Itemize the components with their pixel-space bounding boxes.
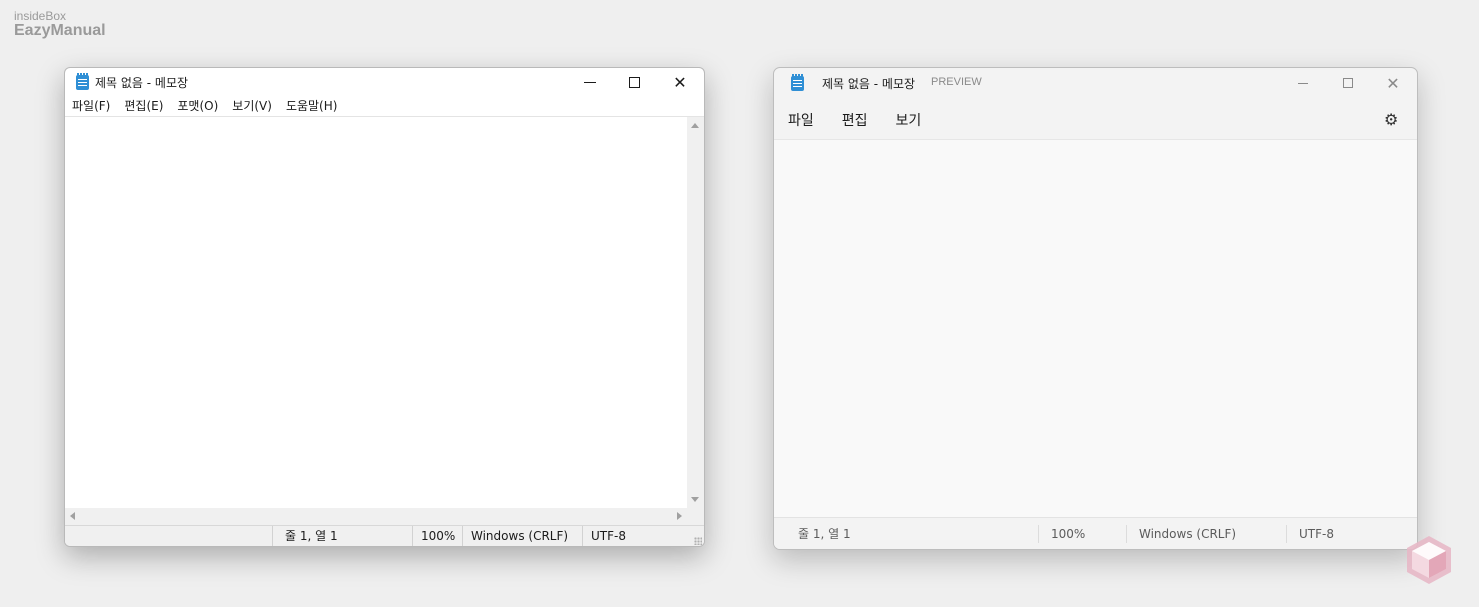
menu-edit[interactable]: 편집: [842, 110, 868, 130]
menu-help[interactable]: 도움말(H): [286, 96, 338, 116]
menu-file[interactable]: 파일(F): [72, 96, 110, 116]
minimize-icon: [584, 81, 596, 83]
status-position: 줄 1, 열 1: [272, 526, 415, 546]
close-button[interactable]: ✕: [1370, 68, 1416, 98]
status-bar: 줄 1, 열 1 100% Windows (CRLF) UTF-8: [774, 517, 1417, 549]
status-position: 줄 1, 열 1: [798, 527, 851, 541]
modern-notepad-window: 제목 없음 - 메모장 PREVIEW ✕ 파일 편집 보기 ⚙ 줄 1, 열 …: [773, 67, 1418, 550]
menu-view[interactable]: 보기(V): [232, 96, 272, 116]
scroll-up-icon[interactable]: [691, 123, 699, 128]
maximize-icon: [1343, 78, 1353, 88]
resize-grip[interactable]: [694, 537, 702, 545]
menu-bar: 파일(F) 편집(E) 포맷(O) 보기(V) 도움말(H): [65, 96, 704, 116]
status-divider: [1126, 525, 1127, 543]
window-title: 제목 없음 - 메모장: [822, 77, 916, 91]
vertical-scrollbar[interactable]: [687, 116, 704, 508]
status-zoom: 100%: [412, 526, 461, 546]
cube-logo-icon: [1407, 536, 1451, 584]
status-divider: [1038, 525, 1039, 543]
minimize-button[interactable]: [567, 68, 613, 96]
status-line-ending: Windows (CRLF): [1139, 527, 1237, 541]
status-zoom: 100%: [1051, 527, 1086, 541]
scroll-down-icon[interactable]: [691, 497, 699, 502]
horizontal-scrollbar[interactable]: [65, 508, 687, 525]
title-bar[interactable]: 제목 없음 - 메모장 ✕: [65, 68, 704, 96]
minimize-icon: [1298, 82, 1308, 84]
maximize-button[interactable]: [1325, 68, 1371, 98]
menu-file[interactable]: 파일: [788, 110, 814, 130]
menu-view[interactable]: 보기: [896, 110, 922, 130]
scroll-corner: [687, 508, 704, 525]
status-encoding: UTF-8: [582, 526, 691, 546]
window-title: 제목 없음 - 메모장: [95, 76, 189, 90]
status-encoding: UTF-8: [1299, 527, 1334, 541]
maximize-button[interactable]: [611, 68, 657, 96]
brand-line-1: insideBox: [14, 9, 67, 23]
notepad-icon: [791, 74, 804, 91]
brand-line-2: EazyManual: [14, 22, 106, 39]
close-button[interactable]: ✕: [657, 68, 703, 96]
title-bar[interactable]: 제목 없음 - 메모장 PREVIEW ✕: [774, 68, 1417, 96]
text-editor[interactable]: [774, 139, 1417, 518]
notepad-icon: [76, 73, 89, 90]
close-icon: ✕: [1386, 73, 1400, 93]
maximize-icon: [628, 76, 640, 88]
scroll-right-icon[interactable]: [677, 512, 682, 520]
classic-notepad-window: 제목 없음 - 메모장 ✕ 파일(F) 편집(E) 포맷(O) 보기(V) 도움…: [64, 67, 705, 547]
brand-logo: insideBox EazyManual: [14, 10, 106, 39]
menu-format[interactable]: 포맷(O): [177, 96, 218, 116]
status-bar: 줄 1, 열 1 100% Windows (CRLF) UTF-8: [65, 525, 704, 546]
close-icon: ✕: [673, 72, 687, 92]
gear-icon[interactable]: ⚙: [1384, 110, 1398, 129]
text-editor[interactable]: [65, 116, 687, 508]
scroll-left-icon[interactable]: [70, 512, 75, 520]
menu-bar: 파일 편집 보기: [788, 110, 949, 130]
status-line-ending: Windows (CRLF): [462, 526, 581, 546]
status-divider: [1286, 525, 1287, 543]
menu-edit[interactable]: 편집(E): [124, 96, 163, 116]
minimize-button[interactable]: [1280, 68, 1326, 98]
preview-badge: PREVIEW: [931, 76, 982, 88]
